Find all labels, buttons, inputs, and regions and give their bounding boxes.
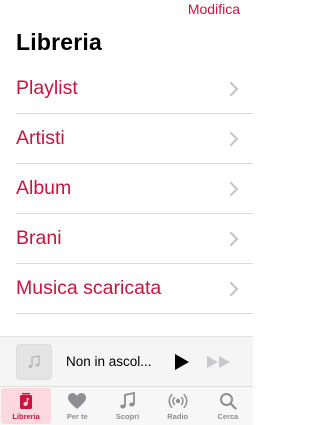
page-title: Libreria — [16, 29, 102, 55]
chevron-right-icon — [230, 281, 238, 296]
album-artwork-placeholder — [16, 343, 52, 380]
tab-search[interactable]: Cerca — [203, 387, 253, 425]
play-button[interactable] — [172, 352, 192, 372]
library-item-playlist[interactable]: Playlist — [16, 64, 253, 114]
tab-for-you[interactable]: Per te — [52, 387, 102, 425]
tab-radio[interactable]: Radio — [153, 387, 203, 425]
now-playing-title: Non in ascol... — [66, 354, 152, 369]
tab-label: Per te — [66, 411, 88, 421]
library-item-label: Musica scaricata — [16, 277, 162, 299]
edit-button[interactable]: Modifica — [188, 1, 240, 17]
play-icon — [175, 353, 189, 370]
library-item-label: Artisti — [16, 127, 65, 149]
library-item-albums[interactable]: Album — [16, 164, 253, 214]
tab-label: Radio — [167, 411, 189, 421]
library-item-songs[interactable]: Brani — [16, 214, 253, 264]
radio-icon — [168, 393, 188, 408]
tab-library[interactable]: Libreria — [1, 388, 52, 424]
library-item-downloaded[interactable]: Musica scaricata — [16, 264, 253, 314]
tab-label: Libreria — [12, 411, 40, 421]
tab-label: Scopri — [115, 411, 140, 421]
fast-forward-icon — [207, 355, 230, 368]
library-icon — [20, 392, 33, 409]
library-item-label: Brani — [16, 227, 62, 249]
chevron-right-icon — [230, 181, 238, 196]
tab-browse[interactable]: Scopri — [102, 387, 152, 425]
music-note-icon — [28, 354, 40, 368]
fast-forward-button[interactable] — [206, 352, 234, 372]
tab-bar: Libreria Per te Scopri Radio Cerca — [0, 386, 253, 425]
library-item-label: Playlist — [16, 77, 78, 99]
mini-player[interactable]: Non in ascol... — [0, 336, 253, 386]
library-item-artists[interactable]: Artisti — [16, 114, 253, 164]
library-list: Playlist Artisti Album Brani Musica scar… — [16, 64, 253, 314]
chevron-right-icon — [230, 231, 238, 246]
chevron-right-icon — [230, 131, 238, 146]
music-note-icon — [119, 391, 135, 408]
chevron-right-icon — [230, 81, 238, 96]
library-item-label: Album — [16, 177, 72, 199]
tab-label: Cerca — [217, 411, 239, 421]
search-icon — [219, 392, 237, 410]
heart-icon — [68, 392, 87, 409]
